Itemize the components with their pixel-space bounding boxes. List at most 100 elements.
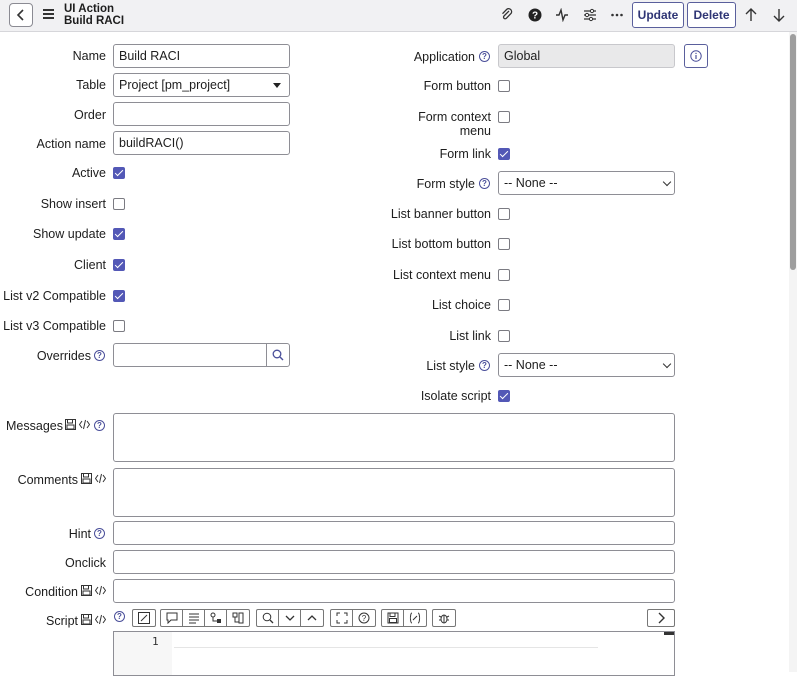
name-input[interactable]: Build RACI [113, 44, 290, 68]
list-banner-button-checkbox[interactable] [498, 208, 510, 220]
list-link-checkbox[interactable] [498, 330, 510, 342]
activity-icon[interactable] [552, 5, 572, 25]
comments-textarea[interactable] [113, 468, 675, 517]
order-label: Order [74, 108, 106, 122]
more-options-icon[interactable] [607, 5, 627, 25]
script-include-icon[interactable] [227, 610, 249, 626]
attachment-icon[interactable] [497, 5, 517, 25]
back-button[interactable] [9, 3, 33, 27]
help-circle-icon[interactable]: ? [479, 51, 490, 62]
list-bottom-button-checkbox[interactable] [498, 238, 510, 250]
help-circle-icon[interactable]: ? [479, 178, 490, 189]
arrow-up-icon[interactable] [741, 5, 761, 25]
action-name-input[interactable]: buildRACI() [113, 131, 290, 155]
info-icon [690, 50, 702, 62]
table-select[interactable]: Project [pm_project] [113, 73, 290, 97]
form-style-select[interactable]: -- None -- [498, 171, 675, 195]
fullscreen-icon[interactable] [331, 610, 353, 626]
form-context-menu-checkbox[interactable] [498, 111, 510, 123]
form-button-label: Form button [423, 79, 491, 93]
expand-toolbar-button[interactable] [647, 609, 675, 627]
save-icon[interactable] [81, 473, 92, 484]
isolate-script-label: Isolate script [420, 389, 491, 403]
list-choice-checkbox[interactable] [498, 299, 510, 311]
condition-icons [81, 585, 106, 596]
help-circle-icon[interactable]: ? [94, 420, 105, 431]
overrides-lookup-button[interactable] [266, 343, 290, 367]
help-circle-icon[interactable]: ? [94, 350, 105, 361]
scrollbar-thumb[interactable] [790, 34, 796, 270]
list-link-label: List link [449, 329, 491, 343]
form-context-menu-label: Form context menu [380, 110, 491, 138]
condition-input[interactable] [113, 579, 675, 603]
form-style-value: -- None -- [504, 176, 558, 190]
arrow-down-icon[interactable] [769, 5, 789, 25]
code-icon[interactable] [95, 473, 106, 484]
application-info-button[interactable] [684, 44, 708, 68]
help-circle-icon[interactable]: ? [94, 528, 105, 539]
name-label: Name [72, 49, 106, 63]
caret-down-icon [273, 83, 281, 88]
list-style-select[interactable]: -- None -- [498, 353, 675, 377]
save-icon[interactable] [65, 419, 76, 430]
record-type: UI Action [64, 3, 115, 15]
line-number: 1 [152, 635, 159, 648]
application-input[interactable]: Global [498, 44, 675, 68]
format-code-icon[interactable] [183, 610, 205, 626]
list-bottom-button-label: List bottom button [391, 237, 491, 251]
debug-bug-icon[interactable] [433, 610, 455, 626]
messages-icons [65, 419, 90, 430]
list-v2-checkbox[interactable] [113, 290, 125, 302]
onclick-input[interactable] [113, 550, 675, 574]
toggle-syntax-icon[interactable] [133, 610, 155, 626]
list-v3-checkbox[interactable] [113, 320, 125, 332]
active-checkbox[interactable] [113, 167, 125, 179]
script-variables-icon[interactable] [404, 610, 426, 626]
hint-input[interactable] [113, 521, 675, 545]
svg-text:?: ? [532, 11, 538, 22]
settings-sliders-icon[interactable] [580, 5, 600, 25]
show-update-label: Show update [33, 227, 106, 241]
client-checkbox[interactable] [113, 259, 125, 271]
code-icon[interactable] [79, 419, 90, 430]
hint-label: Hint [68, 527, 91, 541]
help-circle-icon[interactable]: ? [114, 611, 125, 622]
show-insert-checkbox[interactable] [113, 198, 125, 210]
script-label: Script [46, 614, 78, 628]
form-header: UI Action Build RACI ? Update Delete [0, 0, 797, 32]
code-icon[interactable] [95, 585, 106, 596]
isolate-script-checkbox[interactable] [498, 390, 510, 402]
help-circle-icon[interactable]: ? [479, 360, 490, 371]
form-context-menu-label-line2: menu [459, 124, 491, 138]
help-icon[interactable]: ? [353, 610, 375, 626]
show-update-checkbox[interactable] [113, 228, 125, 240]
search-icon[interactable] [257, 610, 279, 626]
search-icon [272, 349, 284, 361]
help-icon[interactable]: ? [525, 5, 545, 25]
find-previous-icon[interactable] [301, 610, 323, 626]
menu-icon[interactable] [43, 9, 54, 20]
line-gutter [114, 632, 172, 675]
active-label: Active [71, 166, 106, 180]
form-context-menu-label-line1: Form context [418, 110, 491, 124]
list-v3-label: List v3 Compatible [3, 319, 106, 333]
form-link-label: Form link [439, 147, 491, 161]
script-editor[interactable]: 1 [113, 631, 675, 676]
delete-button[interactable]: Delete [687, 2, 736, 28]
form-button-checkbox[interactable] [498, 80, 510, 92]
editor-scroll-marker [664, 632, 674, 635]
update-button[interactable]: Update [632, 2, 684, 28]
list-context-menu-checkbox[interactable] [498, 269, 510, 281]
save-icon[interactable] [81, 585, 92, 596]
code-icon[interactable] [95, 614, 106, 625]
table-select-value: Project [pm_project] [119, 78, 231, 92]
insert-snippet-icon[interactable] [205, 610, 227, 626]
find-next-icon[interactable] [279, 610, 301, 626]
save-icon[interactable] [81, 614, 92, 625]
save-icon[interactable] [382, 610, 404, 626]
overrides-input[interactable] [113, 343, 267, 367]
messages-textarea[interactable] [113, 413, 675, 462]
order-input[interactable] [113, 102, 290, 126]
form-link-checkbox[interactable] [498, 148, 510, 160]
comment-icon[interactable] [161, 610, 183, 626]
